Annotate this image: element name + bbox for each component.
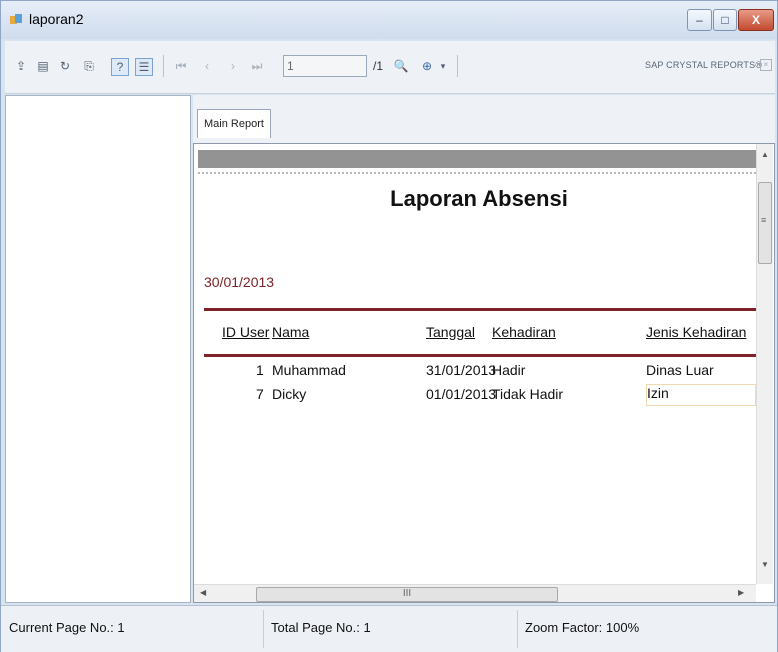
row-1-nama: Muhammad [272, 362, 346, 378]
column-header-jenis-kehadiran: Jenis Kehadiran [646, 324, 747, 340]
scroll-up-icon[interactable]: ▲ [761, 150, 769, 159]
status-bar: Current Page No.: 1 Total Page No.: 1 Zo… [1, 605, 777, 652]
page-count: /1 [373, 59, 384, 73]
group-tree-icon[interactable]: ☰ [135, 58, 153, 76]
header-bottom-rule [204, 354, 756, 357]
find-icon[interactable]: 🔍 [393, 58, 409, 74]
previous-page-icon[interactable]: ‹ [199, 58, 215, 74]
vertical-scrollbar[interactable]: ▲ ≡ ▼ [756, 144, 773, 584]
page-header-bar [198, 150, 756, 168]
scroll-down-icon[interactable]: ▼ [761, 560, 769, 569]
horizontal-scroll-thumb[interactable]: III [256, 587, 558, 602]
scroll-right-icon[interactable]: ▶ [738, 588, 744, 597]
help-icon[interactable]: ? [111, 58, 129, 76]
report-page-viewer[interactable]: Laporan Absensi 30/01/2013 ID User Nama … [193, 143, 775, 603]
row-1-kehadiran: Hadir [492, 362, 526, 378]
copy-icon[interactable]: ⎘ [81, 58, 97, 74]
row-2-id: 7 [256, 386, 264, 402]
zoom-factor-status: Zoom Factor: 100% [525, 620, 640, 635]
column-header-id-user: ID User [222, 324, 270, 340]
first-page-icon[interactable]: ⏮ [173, 58, 189, 74]
minimize-button[interactable]: – [687, 9, 712, 31]
row-1-tanggal: 31/01/2013 [426, 362, 497, 378]
refresh-icon[interactable]: ↻ [57, 58, 73, 74]
page-number-input[interactable] [283, 55, 367, 77]
row-1-jenis: Dinas Luar [646, 362, 714, 378]
page-boundary-line [198, 172, 756, 174]
close-button[interactable]: X [738, 9, 774, 31]
column-header-nama: Nama [272, 324, 310, 340]
zoom-icon[interactable]: ⊕ [419, 58, 435, 74]
row-2-kehadiran: Tidak Hadir [492, 386, 564, 402]
header-top-rule [204, 308, 756, 311]
viewer-toolbar: ⇪ ▤ ↻ ⎘ ? ☰ ⏮ ‹ › ⏭ /1 🔍 ⊕ ▾ SAP CRYSTAL… [5, 41, 775, 94]
status-separator [263, 610, 264, 648]
export-icon[interactable]: ⇪ [13, 58, 29, 74]
group-tree-panel [5, 95, 191, 603]
report-window: laporan2 – □ X ⇪ ▤ ↻ ⎘ ? ☰ ⏮ ‹ › ⏭ /1 🔍 … [0, 0, 778, 652]
row-2-jenis[interactable]: Izin [646, 384, 756, 406]
window-title: laporan2 [29, 11, 84, 27]
row-2-tanggal: 01/01/2013 [426, 386, 497, 402]
horizontal-scrollbar[interactable]: ◀ III ▶ [194, 584, 756, 602]
print-icon[interactable]: ▤ [35, 58, 51, 74]
status-separator [517, 610, 518, 648]
next-page-icon[interactable]: › [225, 58, 241, 74]
crystal-reports-brand: SAP CRYSTAL REPORTS® [645, 60, 763, 70]
scroll-left-icon[interactable]: ◀ [200, 588, 206, 597]
zoom-dropdown-icon[interactable]: ▾ [435, 58, 451, 74]
report-title: Laporan Absensi [390, 186, 568, 211]
total-page-status: Total Page No.: 1 [271, 620, 371, 635]
last-page-icon[interactable]: ⏭ [249, 58, 265, 74]
title-bar[interactable]: laporan2 – □ X [1, 1, 777, 39]
toolbar-separator [457, 55, 458, 77]
report-tabs: Main Report [193, 95, 775, 143]
app-icon [10, 14, 22, 24]
row-2-nama: Dicky [272, 386, 307, 402]
tab-main-report[interactable]: Main Report [197, 109, 271, 138]
column-header-tanggal: Tanggal [426, 324, 476, 340]
current-page-status: Current Page No.: 1 [9, 620, 125, 635]
report-date: 30/01/2013 [204, 274, 275, 290]
toolbar-separator [163, 55, 164, 77]
row-1-id: 1 [256, 362, 264, 378]
brand-close-icon[interactable]: × [760, 59, 772, 71]
column-header-kehadiran: Kehadiran [492, 324, 556, 340]
vertical-scroll-thumb[interactable]: ≡ [758, 182, 772, 264]
maximize-button[interactable]: □ [713, 9, 737, 31]
